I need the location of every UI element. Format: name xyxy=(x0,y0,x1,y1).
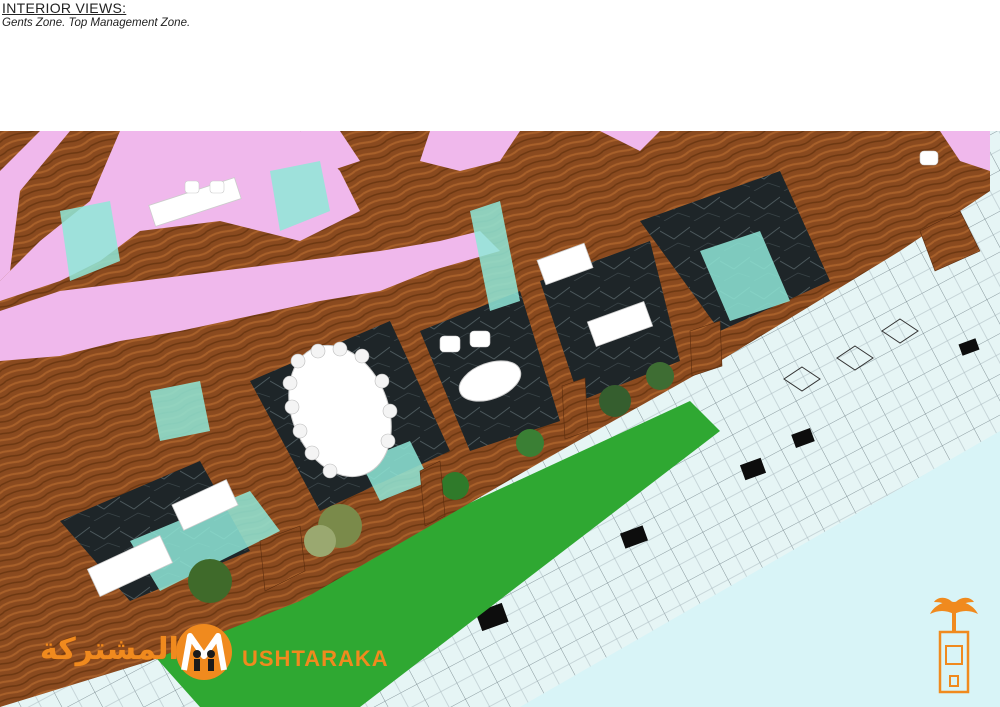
page-title: INTERIOR VIEWS: xyxy=(2,0,127,16)
header: INTERIOR VIEWS: Gents Zone. Top Manageme… xyxy=(2,0,190,30)
interior-render xyxy=(0,131,1000,707)
mushtaraka-logo: المشتركة USHTARAKA xyxy=(40,622,412,684)
m-figures-icon xyxy=(176,624,232,680)
palm-tree-icon xyxy=(930,597,978,694)
arabic-logo-text: المشتركة xyxy=(40,632,179,667)
page-subtitle: Gents Zone. Top Management Zone. xyxy=(2,17,191,29)
logo-wordmark: USHTARAKA xyxy=(242,646,389,671)
